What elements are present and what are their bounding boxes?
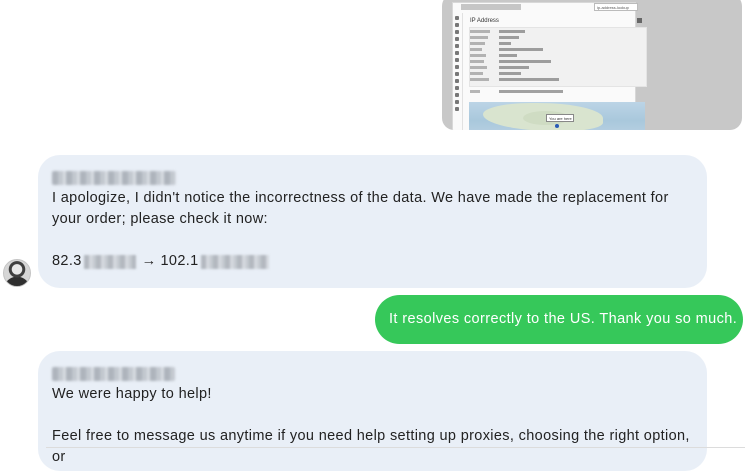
outgoing-message: It resolves correctly to the US. Thank y… <box>375 295 743 344</box>
incoming-message: We were happy to help! Feel free to mess… <box>38 351 707 471</box>
chat-thread: ip-address-lookup IP Address You are her… <box>0 0 745 471</box>
sender-name-redacted <box>52 367 175 381</box>
screenshot-attachment[interactable]: ip-address-lookup IP Address You are her… <box>442 0 742 130</box>
message-body: We were happy to help! Feel free to mess… <box>52 384 693 468</box>
sender-name-redacted <box>52 171 176 185</box>
arrow-icon: → <box>141 253 157 269</box>
message-text: We were happy to help! <box>52 386 212 402</box>
gear-icon <box>637 18 642 23</box>
new-ip-prefix: 102.1 <box>160 253 199 269</box>
attachment-panel-title: IP Address <box>470 18 499 24</box>
divider <box>46 447 745 448</box>
attachment-preview: ip-address-lookup IP Address You are her… <box>452 2 647 130</box>
attachment-search-box: ip-address-lookup <box>594 3 638 11</box>
attachment-sidebar <box>453 13 463 130</box>
ip-replacement-line: 82.3 → 102.1 <box>52 251 693 272</box>
incoming-message: I apologize, I didn't notice the incorre… <box>38 155 707 288</box>
attachment-header-bar <box>461 4 521 10</box>
message-body: I apologize, I didn't notice the incorre… <box>52 188 693 272</box>
old-ip-prefix: 82.3 <box>52 253 82 269</box>
redacted-old-ip <box>83 254 136 269</box>
redacted-new-ip <box>200 254 269 269</box>
map-popup: You are here <box>546 114 574 122</box>
agent-avatar[interactable] <box>3 259 31 287</box>
message-text: I apologize, I didn't notice the incorre… <box>52 190 669 227</box>
map-pin-icon <box>555 124 559 128</box>
